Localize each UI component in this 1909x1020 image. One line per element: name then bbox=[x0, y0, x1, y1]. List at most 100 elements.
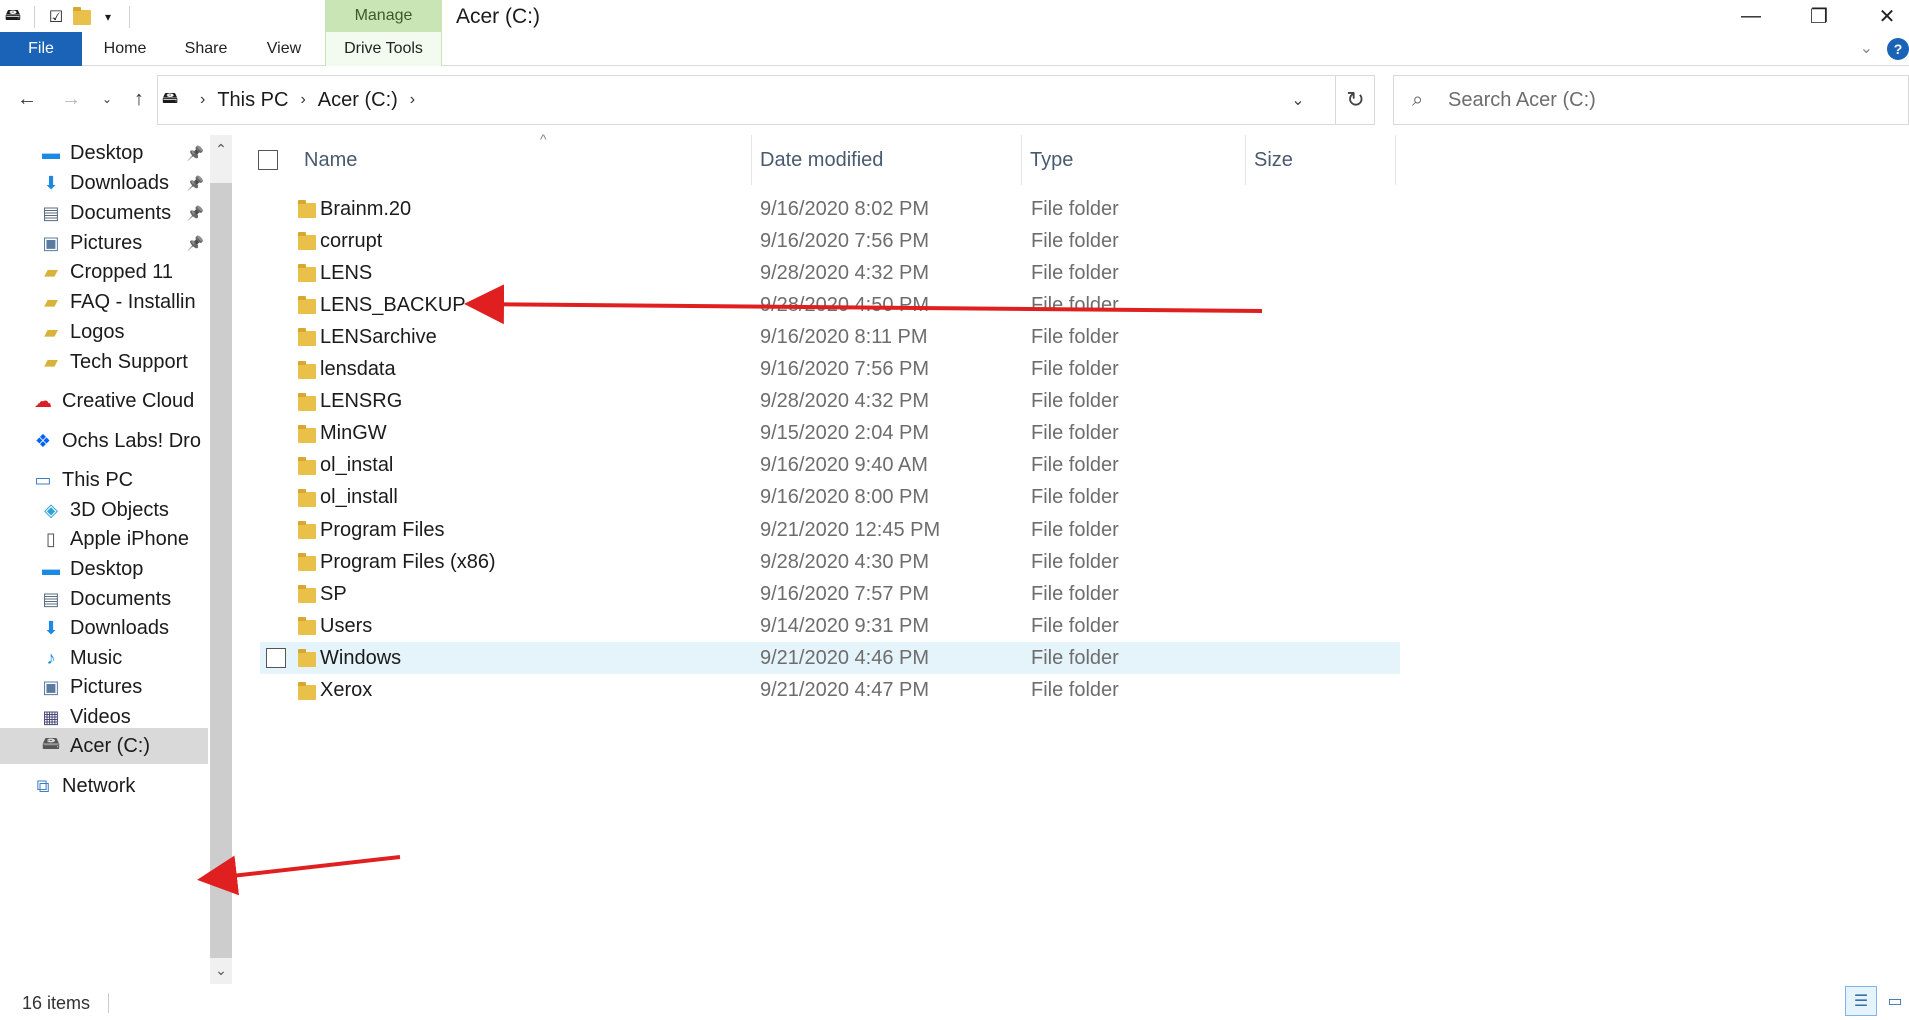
table-row[interactable]: Brainm.20 9/16/2020 8:02 PM File folder bbox=[260, 193, 1400, 225]
videos-icon: ▦ bbox=[42, 706, 60, 727]
table-row[interactable]: corrupt 9/16/2020 7:56 PM File folder bbox=[260, 225, 1400, 257]
address-bar[interactable]: 🖴 › This PC › Acer (C:) › ⌄ bbox=[157, 75, 1375, 125]
computer-icon: ▭ bbox=[34, 469, 52, 490]
close-button[interactable]: ✕ bbox=[1853, 0, 1909, 32]
tab-share[interactable]: Share bbox=[170, 32, 242, 66]
chevron-right-icon[interactable]: › bbox=[300, 91, 305, 109]
column-header-date-label: Date modified bbox=[760, 148, 884, 171]
large-icons-view-icon[interactable]: ▭ bbox=[1879, 986, 1909, 1016]
nav-item[interactable]: 🖴 Acer (C:) bbox=[0, 728, 208, 764]
search-icon: ⌕ bbox=[1412, 88, 1424, 111]
file-type: File folder bbox=[1031, 293, 1119, 316]
nav-item-label: This PC bbox=[62, 468, 134, 491]
table-row[interactable]: Users 9/14/2020 9:31 PM File folder bbox=[260, 610, 1400, 642]
scroll-thumb[interactable] bbox=[210, 183, 232, 958]
minimize-button[interactable]: — bbox=[1717, 0, 1785, 32]
file-name: corrupt bbox=[320, 229, 383, 252]
column-header-date[interactable]: Date modified bbox=[752, 135, 1022, 185]
nav-item-label: Ochs Labs! Dro bbox=[62, 429, 201, 452]
select-all-checkbox-cell[interactable] bbox=[250, 135, 290, 185]
column-header-size[interactable]: Size bbox=[1246, 135, 1396, 185]
window-title: Acer (C:) bbox=[456, 5, 540, 28]
customize-qat-icon[interactable]: ▾ bbox=[95, 4, 121, 30]
chevron-right-icon[interactable]: › bbox=[200, 91, 205, 109]
nav-item-label: Downloads bbox=[70, 616, 169, 639]
folder-icon bbox=[298, 424, 318, 443]
file-type: File folder bbox=[1031, 422, 1119, 445]
file-list: ^ Name Date modified Type Size Brainm.20… bbox=[250, 131, 1909, 984]
manage-tab-header[interactable]: Manage bbox=[325, 0, 442, 32]
file-name: Brainm.20 bbox=[320, 197, 412, 220]
column-header-name[interactable]: ^ Name bbox=[296, 131, 752, 185]
table-row[interactable]: LENSRG 9/28/2020 4:32 PM File folder bbox=[260, 386, 1400, 418]
tab-home[interactable]: Home bbox=[90, 32, 160, 66]
table-row[interactable]: lensdata 9/16/2020 7:56 PM File folder bbox=[260, 354, 1400, 386]
folder-icon bbox=[298, 649, 318, 668]
tab-drive-tools[interactable]: Drive Tools bbox=[325, 32, 442, 66]
table-row[interactable]: ol_install 9/16/2020 8:00 PM File folder bbox=[260, 482, 1400, 514]
file-name: lensdata bbox=[320, 358, 396, 380]
column-header-type[interactable]: Type bbox=[1022, 135, 1246, 185]
search-input[interactable] bbox=[1448, 88, 1888, 112]
table-row[interactable]: MinGW 9/15/2020 2:04 PM File folder bbox=[260, 418, 1400, 450]
breadcrumb-acer-c[interactable]: Acer (C:) bbox=[318, 89, 398, 112]
new-folder-icon[interactable] bbox=[69, 4, 95, 30]
help-icon[interactable]: ? bbox=[1887, 38, 1909, 60]
table-row[interactable]: LENS_BACKUP 9/28/2020 4:50 PM File folder bbox=[260, 289, 1400, 321]
nav-item-label: Logos bbox=[70, 320, 125, 343]
nav-scrollbar[interactable]: ⌃ ⌄ bbox=[210, 135, 232, 984]
nav-item-label: Pictures bbox=[70, 675, 143, 698]
row-checkbox[interactable] bbox=[266, 648, 286, 669]
scroll-down-icon[interactable]: ⌄ bbox=[210, 956, 232, 984]
up-button[interactable]: ↑ bbox=[124, 83, 154, 115]
tab-file[interactable]: File bbox=[0, 32, 82, 66]
refresh-button[interactable]: ↻ bbox=[1335, 75, 1375, 125]
nav-item[interactable]: ▰ Tech Support bbox=[0, 344, 208, 380]
table-row[interactable]: ol_instal 9/16/2020 9:40 AM File folder bbox=[260, 450, 1400, 482]
table-row[interactable]: Program Files 9/21/2020 12:45 PM File fold… bbox=[260, 514, 1400, 546]
column-header-type-label: Type bbox=[1030, 148, 1074, 171]
nav-item-label: Acer (C:) bbox=[70, 734, 150, 757]
drive-icon: 🖴 bbox=[4, 6, 22, 24]
table-row[interactable]: Program Files (x86) 9/28/2020 4:30 PM File… bbox=[260, 546, 1400, 578]
address-dropdown-icon[interactable]: ⌄ bbox=[1274, 76, 1322, 124]
nav-item[interactable]: ☁ Creative Cloud bbox=[0, 383, 208, 419]
table-row[interactable]: SP 9/16/2020 7:57 PM File folder bbox=[260, 578, 1400, 610]
sort-ascending-icon: ^ bbox=[540, 131, 547, 147]
search-box[interactable]: ⌕ bbox=[1393, 75, 1909, 125]
breadcrumb-this-pc[interactable]: This PC bbox=[217, 89, 288, 112]
folder-icon bbox=[298, 585, 318, 604]
back-button[interactable]: ← bbox=[12, 83, 42, 115]
select-all-checkbox[interactable] bbox=[258, 150, 278, 170]
recent-locations-chevron-icon[interactable]: ⌄ bbox=[92, 83, 122, 115]
table-row[interactable]: Windows 9/21/2020 4:46 PM File folder bbox=[260, 642, 1400, 675]
file-date: 9/28/2020 4:50 PM bbox=[760, 293, 930, 316]
properties-icon[interactable]: ☑ bbox=[43, 4, 69, 30]
nav-item[interactable]: ❖ Ochs Labs! Dro bbox=[0, 423, 208, 459]
table-row[interactable]: LENS 9/28/2020 4:32 PM File folder bbox=[260, 257, 1400, 289]
file-type: File folder bbox=[1031, 679, 1119, 701]
nav-item-label: Pictures bbox=[70, 231, 143, 254]
nav-item-label: Creative Cloud bbox=[62, 389, 195, 412]
nav-item[interactable]: ⧉ Network bbox=[0, 768, 208, 804]
file-date: 9/16/2020 7:56 PM bbox=[760, 358, 930, 380]
table-row[interactable]: Xerox 9/21/2020 4:47 PM File folder bbox=[260, 675, 1400, 707]
forward-button[interactable]: → bbox=[56, 83, 86, 115]
shared-folder-icon: ▰ bbox=[44, 321, 58, 342]
file-name: ol_install bbox=[320, 486, 398, 509]
column-header-size-label: Size bbox=[1254, 148, 1293, 171]
folder-icon bbox=[298, 392, 318, 411]
file-date: 9/16/2020 8:00 PM bbox=[760, 486, 930, 509]
details-view-icon[interactable]: ☰ bbox=[1845, 986, 1877, 1016]
scroll-up-icon[interactable]: ⌃ bbox=[210, 135, 232, 163]
table-row[interactable]: LENSarchive 9/16/2020 8:11 PM File folder bbox=[260, 321, 1400, 353]
file-name: Users bbox=[320, 614, 373, 637]
file-type: File folder bbox=[1031, 518, 1119, 541]
ribbon-expand-icon[interactable]: ⌄ bbox=[1860, 38, 1873, 58]
restore-button[interactable]: ❐ bbox=[1785, 0, 1853, 32]
chevron-right-icon[interactable]: › bbox=[410, 91, 415, 109]
tab-view[interactable]: View bbox=[252, 32, 316, 66]
file-name: SP bbox=[320, 582, 347, 605]
quick-access-toolbar: 🖴 ☑ ▾ bbox=[0, 4, 138, 30]
file-type: File folder bbox=[1031, 614, 1119, 637]
